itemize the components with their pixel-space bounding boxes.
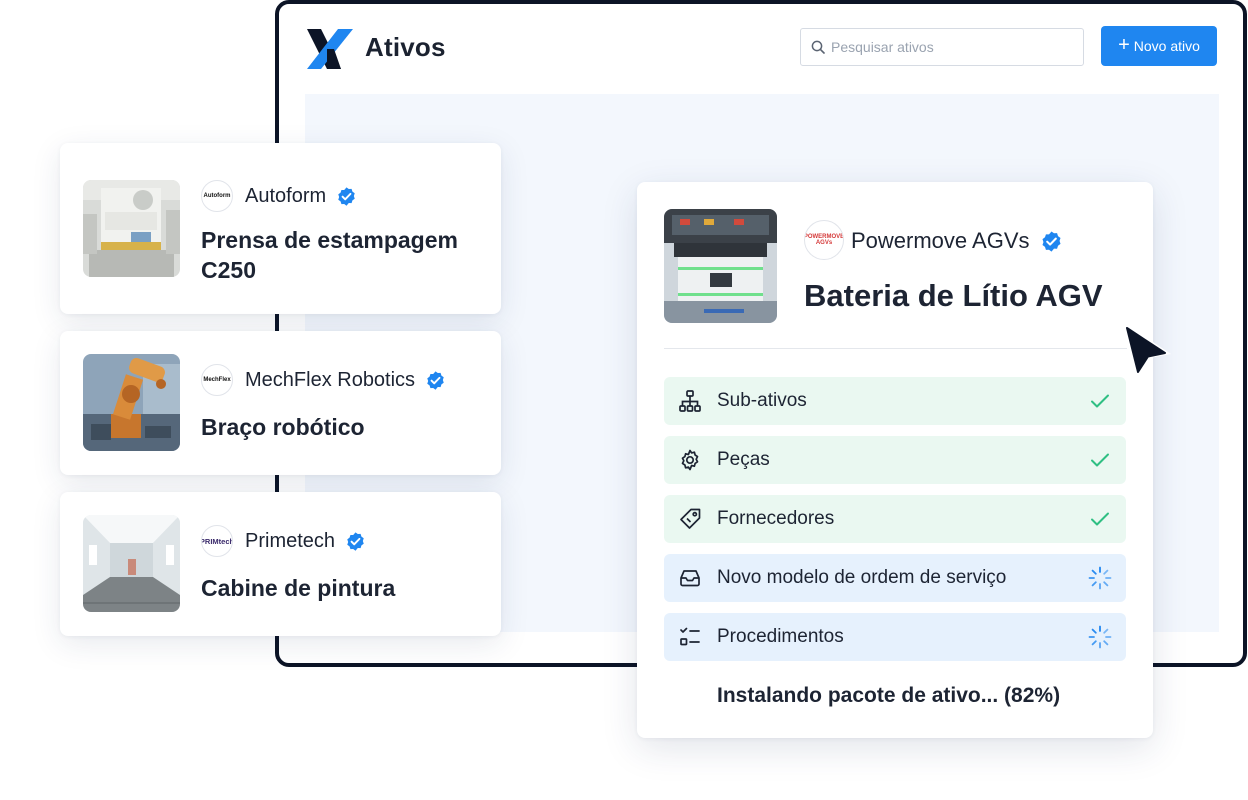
verified-icon	[1042, 230, 1061, 252]
install-status: Instalando pacote de ativo... (82%)	[717, 684, 1061, 707]
page-title: Ativos	[365, 32, 446, 62]
step-procedures[interactable]: Procedimentos	[664, 613, 1126, 661]
step-work-order-template[interactable]: Novo modelo de ordem de serviço	[664, 554, 1126, 602]
vendor-logo: PRIMtech	[201, 525, 233, 557]
check-icon	[1091, 453, 1109, 467]
vendor-name: Primetech	[245, 530, 366, 553]
new-asset-button-label: Novo ativo	[1133, 38, 1200, 54]
divider	[664, 348, 1127, 349]
vendor-logo: MechFlex	[201, 364, 233, 396]
detail-title: Bateria de Lítio AGV	[804, 278, 1103, 313]
stamping-press-photo	[83, 180, 180, 277]
cursor-icon	[1123, 322, 1171, 378]
search-input[interactable]	[831, 39, 1071, 55]
vendor-name: MechFlex Robotics	[245, 369, 446, 392]
inbox-icon	[680, 570, 700, 587]
new-asset-button[interactable]: + Novo ativo	[1101, 26, 1217, 66]
step-suppliers[interactable]: Fornecedores	[664, 495, 1126, 543]
vendor-logo-text: POWERMOVE AGVs	[804, 234, 844, 246]
robot-arm-photo	[83, 354, 180, 451]
vendor-name-label: Autoform	[245, 185, 327, 207]
tag-icon	[680, 508, 701, 529]
verified-icon	[338, 187, 355, 206]
step-label: Peças	[717, 449, 770, 470]
vendor-logo-text: MechFlex	[203, 377, 231, 383]
asset-card[interactable]: MechFlex MechFlex Robotics Braço robótic…	[60, 331, 501, 475]
step-parts[interactable]: Peças	[664, 436, 1126, 484]
asset-card[interactable]: PRIMtech Primetech Cabine de pintura	[60, 492, 501, 636]
checklist-icon	[680, 627, 700, 646]
x-logo-icon	[307, 29, 353, 69]
search-icon	[811, 40, 825, 54]
step-label: Fornecedores	[717, 508, 835, 529]
stage: Ativos + Novo ativo	[0, 0, 1248, 800]
plus-icon: +	[1118, 34, 1130, 56]
paint-booth-photo	[83, 515, 180, 612]
vendor-name-label: Powermove AGVs	[851, 228, 1030, 253]
asset-title: Prensa de estampagem C250	[201, 227, 458, 283]
asset-title: Cabine de pintura	[201, 575, 396, 601]
asset-detail-card: POWERMOVE AGVs Powermove AGVs Bateria de…	[637, 182, 1153, 738]
step-label: Novo modelo de ordem de serviço	[717, 567, 1007, 588]
vendor-name: Powermove AGVs	[851, 228, 1063, 254]
verified-icon	[427, 371, 444, 390]
gear-icon	[681, 449, 699, 471]
vendor-name-label: MechFlex Robotics	[245, 369, 416, 391]
vendor-logo-text: PRIMtech	[201, 536, 233, 546]
hierarchy-icon	[679, 390, 701, 412]
spinner-icon	[1088, 566, 1112, 590]
search-box[interactable]	[800, 28, 1084, 66]
vendor-name-label: Primetech	[245, 530, 336, 552]
check-icon	[1091, 512, 1109, 526]
spinner-icon	[1088, 625, 1112, 649]
step-sub-assets[interactable]: Sub-ativos	[664, 377, 1126, 425]
vendor-logo: POWERMOVE AGVs	[804, 220, 844, 260]
step-label: Procedimentos	[717, 626, 844, 647]
agv-battery-photo	[664, 209, 777, 323]
vendor-logo-text: Autoform	[203, 193, 231, 199]
vendor-name: Autoform	[245, 185, 357, 208]
check-icon	[1091, 394, 1109, 408]
step-label: Sub-ativos	[717, 390, 807, 411]
verified-icon	[347, 532, 364, 551]
vendor-logo: Autoform	[201, 180, 233, 212]
asset-card[interactable]: Autoform Autoform Prensa de estampagem C…	[60, 143, 501, 314]
asset-title: Braço robótico	[201, 414, 365, 440]
